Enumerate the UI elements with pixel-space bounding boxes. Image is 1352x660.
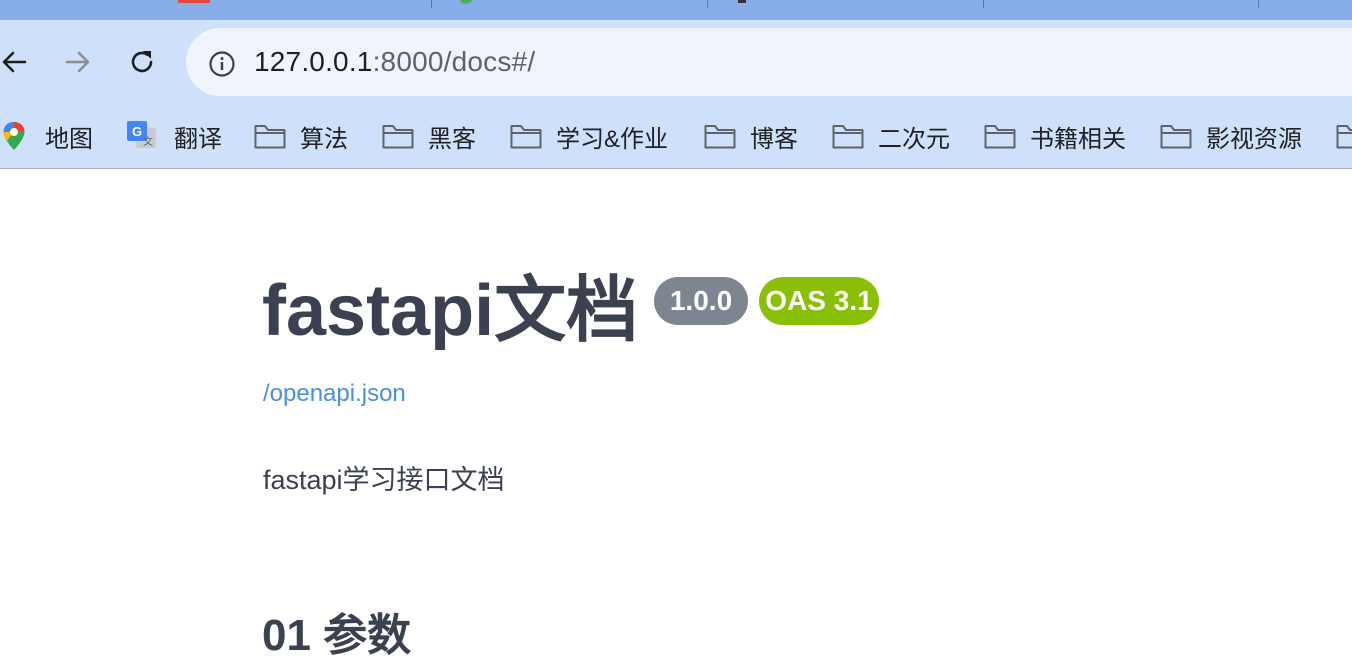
- tab-separator: [707, 0, 708, 8]
- reload-icon: [131, 51, 153, 73]
- svg-text:G: G: [132, 124, 142, 139]
- info-icon[interactable]: [208, 50, 236, 78]
- folder-icon: [1160, 125, 1192, 149]
- forward-button[interactable]: [58, 47, 98, 77]
- bookmark-folder[interactable]: 学习&作业: [510, 104, 668, 168]
- page-title: fastapi文档: [262, 271, 639, 351]
- folder-icon: [832, 125, 864, 149]
- reload-button[interactable]: [122, 47, 162, 77]
- folder-icon: [510, 125, 542, 149]
- bookmark-label: 翻译: [174, 125, 222, 153]
- tab-separator: [1258, 0, 1259, 8]
- bookmark-label: 黑客: [428, 125, 476, 153]
- folder-icon: [382, 125, 414, 149]
- browser-toolbar: 127.0.0.1:8000/docs#/: [0, 20, 1352, 104]
- bookmark-folder[interactable]: 书籍相关: [984, 104, 1126, 168]
- bookmark-label: 博客: [750, 125, 798, 153]
- url-path: :8000/docs#/: [372, 46, 536, 77]
- docs-page: fastapi文档 1.0.0 OAS 3.1 /openapi.json fa…: [0, 169, 1352, 658]
- arrow-right-icon: [65, 51, 90, 73]
- arrow-left-icon: [2, 51, 27, 73]
- tab-strip: [0, 0, 1352, 20]
- folder-icon: [254, 125, 286, 149]
- bookmark-folder[interactable]: 算法: [254, 104, 348, 168]
- bookmark-translate[interactable]: G 文 翻译: [126, 104, 222, 168]
- bookmark-label: 书籍相关: [1030, 125, 1126, 153]
- folder-icon: [1336, 125, 1352, 149]
- tab-favicon: [738, 0, 746, 3]
- bookmark-label: 地图: [45, 125, 93, 153]
- google-translate-icon: G 文: [127, 121, 156, 148]
- google-maps-icon: [3, 122, 25, 150]
- bookmark-maps[interactable]: 地图: [2, 104, 93, 168]
- tab-favicon: [178, 0, 210, 3]
- tab-separator: [431, 0, 432, 8]
- openapi-json-link[interactable]: /openapi.json: [263, 380, 406, 408]
- url-text[interactable]: 127.0.0.1:8000/docs#/: [254, 46, 535, 78]
- bookmark-folder[interactable]: 博客: [704, 104, 798, 168]
- bookmark-label: 二次元: [878, 125, 950, 153]
- address-bar[interactable]: 127.0.0.1:8000/docs#/: [186, 28, 1352, 96]
- bookmark-label: 算法: [300, 125, 348, 153]
- bookmarks-bar: 地图 G 文 翻译 算法 黑客 学习&作业 博客 二次元 书籍相关 影视资源: [0, 104, 1352, 169]
- folder-icon: [704, 125, 736, 149]
- oas-badge: OAS 3.1: [759, 277, 879, 325]
- svg-text:文: 文: [143, 135, 153, 148]
- tab-favicon: [460, 0, 472, 4]
- folder-icon: [984, 125, 1016, 149]
- bookmark-label: 学习&作业: [556, 125, 669, 153]
- bookmark-folder[interactable]: 二次元: [832, 104, 950, 168]
- bookmark-folder[interactable]: 影视资源: [1160, 104, 1302, 168]
- bookmark-folder[interactable]: 黑客: [382, 104, 476, 168]
- back-button[interactable]: [0, 47, 34, 77]
- section-heading-params[interactable]: 01 参数: [262, 614, 411, 658]
- bookmark-folder-overflow[interactable]: [1336, 104, 1352, 168]
- bookmark-label: 影视资源: [1206, 125, 1302, 153]
- api-description: fastapi学习接口文档: [263, 465, 505, 495]
- url-host: 127.0.0.1: [254, 46, 373, 77]
- tab-separator: [983, 0, 984, 8]
- version-badge: 1.0.0: [654, 277, 748, 325]
